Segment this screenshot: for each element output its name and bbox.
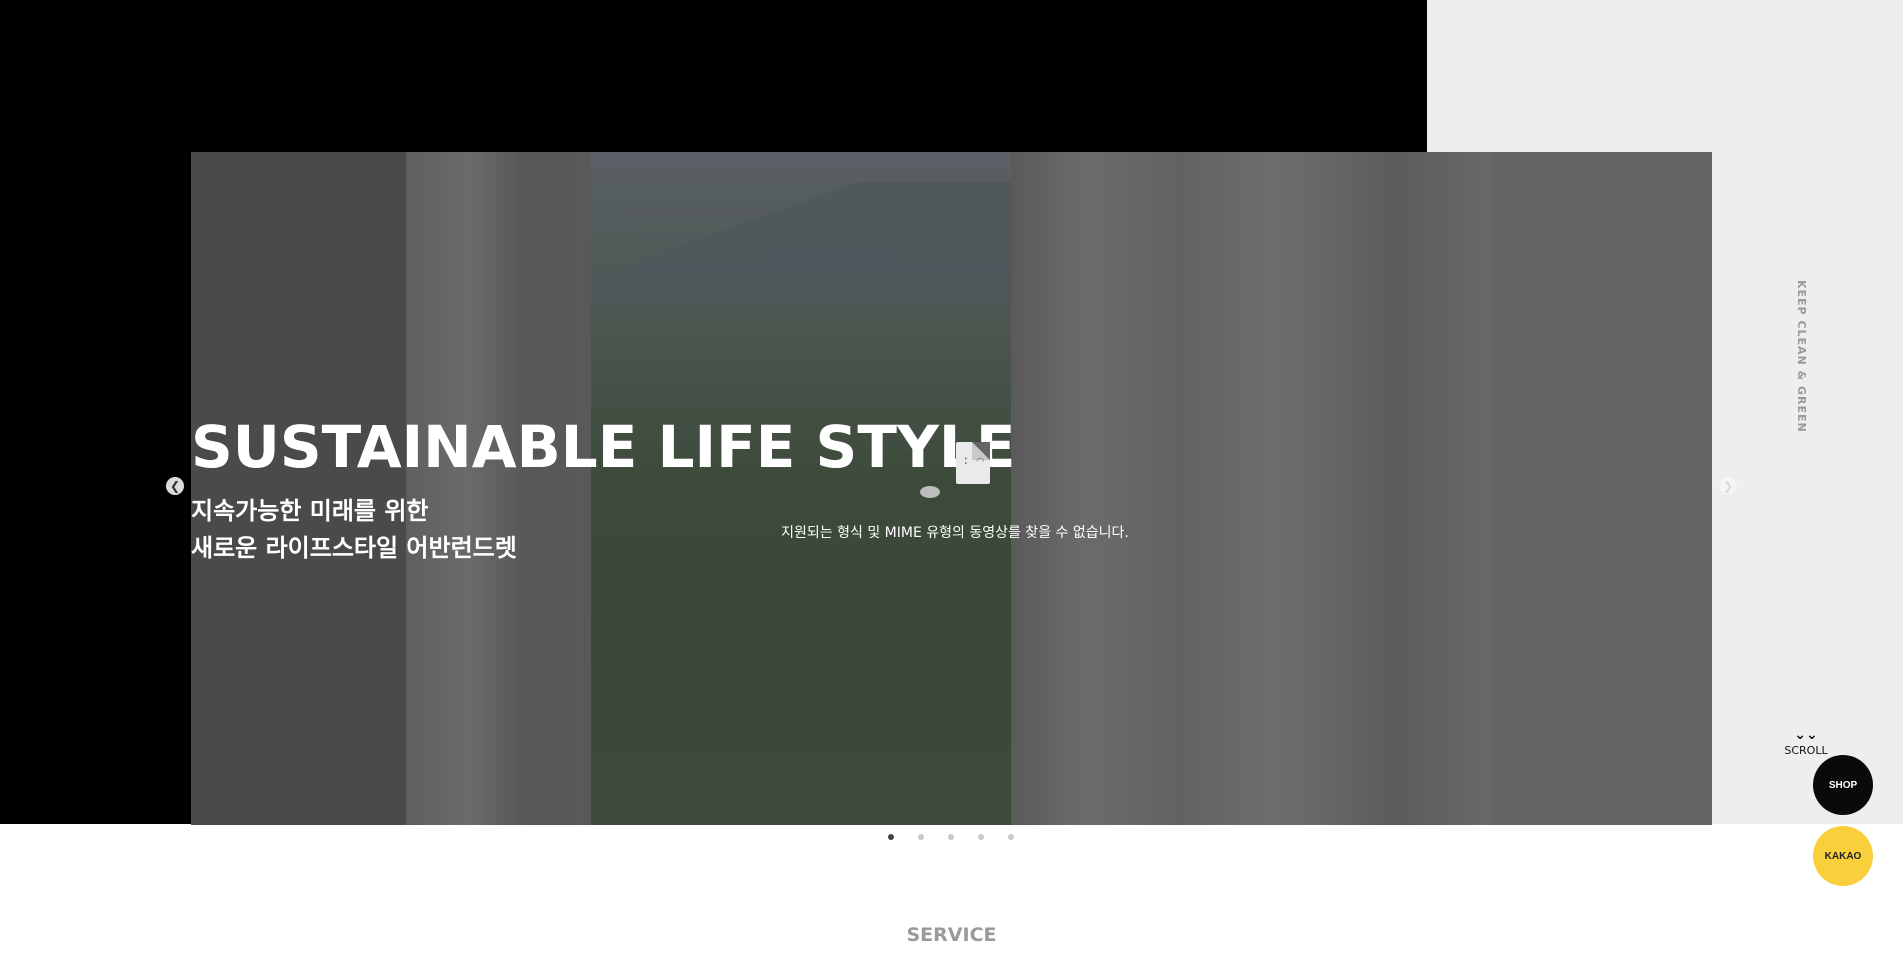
slider-pagination (888, 834, 1014, 840)
scroll-indicator[interactable]: ⌄⌄ SCROLL (1783, 728, 1829, 757)
pagination-dot-5[interactable] (1008, 834, 1014, 840)
slider-prev-button[interactable]: ❮ (166, 477, 184, 495)
pagination-dot-4[interactable] (978, 834, 984, 840)
hero-right-band (1495, 152, 1712, 825)
mountain-silhouette (591, 182, 1011, 302)
curtain-left (406, 152, 611, 825)
hero-subtitle-line1: 지속가능한 미래를 위한 (191, 497, 429, 525)
kakao-button[interactable]: KAKAO (1813, 826, 1873, 886)
chevron-right-icon: ❯ (1722, 479, 1734, 493)
double-chevron-down-icon: ⌄⌄ (1794, 727, 1818, 743)
keep-clean-green-text: KEEP CLEAN & GREEN (1795, 280, 1808, 433)
scroll-label: SCROLL (1784, 744, 1828, 757)
hero-slider: SUSTAINABLE LIFE STYLE 지속가능한 미래를 위한 새로운 … (191, 152, 1712, 825)
hero-left-band (191, 152, 406, 825)
hero-subtitle-line2: 새로운 라이프스타일 어반런드렛 (191, 534, 517, 562)
slider-next-button[interactable]: ❯ (1719, 477, 1737, 495)
chevron-left-icon: ❮ (169, 479, 181, 493)
disc-icon (920, 486, 940, 498)
pagination-dot-1[interactable] (888, 834, 894, 840)
hero-title: SUSTAINABLE LIFE STYLE (191, 413, 1016, 481)
shop-button[interactable]: SHOP (1813, 755, 1873, 815)
pagination-dot-3[interactable] (948, 834, 954, 840)
pagination-dot-2[interactable] (918, 834, 924, 840)
sad-face-icon: : ⌒ (962, 453, 984, 467)
hero-subtitle: 지속가능한 미래를 위한 새로운 라이프스타일 어반런드렛 (191, 493, 517, 567)
service-section-title: SERVICE (906, 924, 997, 946)
video-error-message: 지원되는 형식 및 MIME 유형의 동영상를 찾을 수 없습니다. (781, 525, 1129, 541)
